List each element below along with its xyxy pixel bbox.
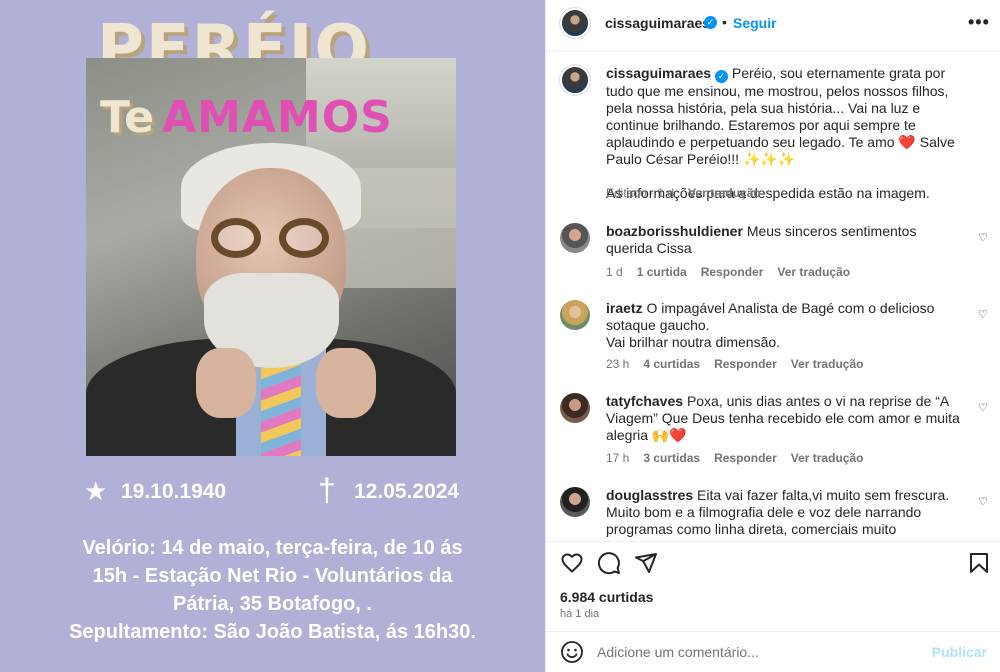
reply-button[interactable]: Responder <box>714 357 777 371</box>
comment-meta: 23 h 4 curtidas Responder Ver tradução <box>606 357 877 371</box>
translate-link[interactable]: Ver tradução <box>791 357 864 371</box>
comment-text: boazborisshuldiener Meus sinceros sentim… <box>606 223 961 257</box>
comment-like-heart-icon[interactable]: ♡ <box>978 231 988 244</box>
post-actions: 6.984 curtidas há 1 dia <box>546 541 1000 631</box>
post-side-panel: cissaguimaraes ✓ • Seguir ••• cissaguima… <box>545 0 1000 672</box>
image-title-te-amamos: Te AMAMOS <box>100 92 393 143</box>
comment-like-heart-icon[interactable]: ♡ <box>978 308 988 321</box>
avatar[interactable] <box>560 300 590 330</box>
caption-edited: Editado · 1 d <box>606 186 675 200</box>
reply-button[interactable]: Responder <box>714 451 777 465</box>
comment-icon[interactable] <box>597 551 621 581</box>
comment-composer: Adicione um comentário... Publicar <box>546 631 1000 672</box>
image-funeral-info: Velório: 14 de maio, terça-feira, de 10 … <box>30 534 515 646</box>
header-username[interactable]: cissaguimaraes <box>605 15 710 31</box>
cross-icon: † <box>318 472 336 508</box>
comment-body-2: Vai brilhar noutra dimensão. <box>606 334 781 350</box>
likes-count[interactable]: 6.984 curtidas <box>560 589 653 605</box>
share-icon[interactable] <box>634 551 658 581</box>
post-image[interactable]: PERÉIO Te AMAMOS ★ 19.10.1940 † 12.05.202… <box>0 0 545 672</box>
caption-text: cissaguimaraes ✓ Peréio, sou eternamente… <box>606 65 971 202</box>
caption-username[interactable]: cissaguimaraes <box>606 65 711 81</box>
info-line: Sepultamento: São João Batista, ás 16h30… <box>69 621 476 643</box>
verified-badge-icon: ✓ <box>714 70 728 83</box>
translate-link[interactable]: Ver tradução <box>777 265 850 279</box>
comment-like-heart-icon[interactable]: ♡ <box>978 495 988 508</box>
comment-meta: 1 d 1 curtida Responder Ver tradução <box>606 265 864 279</box>
comment-time: 17 h <box>606 451 630 465</box>
image-title-amamos: AMAMOS <box>162 92 393 143</box>
photo-left-hand <box>196 348 256 418</box>
separator-dot: • <box>722 14 727 30</box>
comment-likes[interactable]: 1 curtida <box>637 265 687 279</box>
follow-button[interactable]: Seguir <box>733 15 777 31</box>
avatar[interactable] <box>560 487 590 517</box>
emoji-icon[interactable] <box>560 640 584 670</box>
image-dates: ★ 19.10.1940 † 12.05.2024 <box>0 472 545 512</box>
info-line: Velório: 14 de maio, terça-feira, de 10 … <box>82 537 463 559</box>
reply-button[interactable]: Responder <box>701 265 764 279</box>
birth-date: 19.10.1940 <box>121 480 227 503</box>
bookmark-icon[interactable] <box>968 551 990 581</box>
photo-tie <box>261 358 301 456</box>
heart-icon[interactable] <box>560 551 584 581</box>
comment-text: tatyfchaves Poxa, unis dias antes o vi n… <box>606 393 961 444</box>
avatar[interactable] <box>560 8 590 38</box>
avatar[interactable] <box>560 393 590 423</box>
comment-username[interactable]: boazborisshuldiener <box>606 223 743 239</box>
avatar[interactable] <box>560 65 590 95</box>
comment-likes[interactable]: 3 curtidas <box>643 451 700 465</box>
comment-text: iraetz O impagável Analista de Bagé com … <box>606 300 961 351</box>
publish-button[interactable]: Publicar <box>932 644 987 660</box>
comment-input[interactable]: Adicione um comentário... <box>597 644 759 660</box>
more-options-icon[interactable]: ••• <box>968 12 990 33</box>
comment-likes[interactable]: 4 curtidas <box>643 357 700 371</box>
comment-username[interactable]: tatyfchaves <box>606 393 683 409</box>
caption-meta: Editado · 1 d Ver tradução <box>606 186 775 200</box>
comment-text: douglasstres Eita vai fazer falta,vi mui… <box>606 487 961 541</box>
death-date: 12.05.2024 <box>354 480 460 503</box>
photo-right-hand <box>316 348 376 418</box>
info-line: 15h - Estação Net Rio - Voluntários da <box>92 565 453 587</box>
comments-list[interactable]: cissaguimaraes ✓ Peréio, sou eternamente… <box>546 53 1000 541</box>
translate-link[interactable]: Ver tradução <box>688 186 761 200</box>
post-timestamp: há 1 dia <box>560 608 600 620</box>
comment-username[interactable]: iraetz <box>606 300 643 316</box>
info-line: Pátria, 35 Botafogo, . <box>173 593 372 615</box>
star-icon: ★ <box>84 476 108 506</box>
comment-meta: 17 h 3 curtidas Responder Ver tradução <box>606 451 877 465</box>
comment-time: 1 d <box>606 265 623 279</box>
comment-username[interactable]: douglasstres <box>606 487 693 503</box>
comment-time: 23 h <box>606 357 630 371</box>
comment-like-heart-icon[interactable]: ♡ <box>978 401 988 414</box>
avatar[interactable] <box>560 223 590 253</box>
photo-glasses <box>211 218 331 258</box>
post-header: cissaguimaraes ✓ • Seguir ••• <box>546 0 1000 52</box>
verified-badge-icon: ✓ <box>704 16 717 29</box>
comment-body: O impagável Analista de Bagé com o delic… <box>606 300 935 333</box>
translate-link[interactable]: Ver tradução <box>791 451 864 465</box>
image-title-te: Te <box>100 92 155 143</box>
